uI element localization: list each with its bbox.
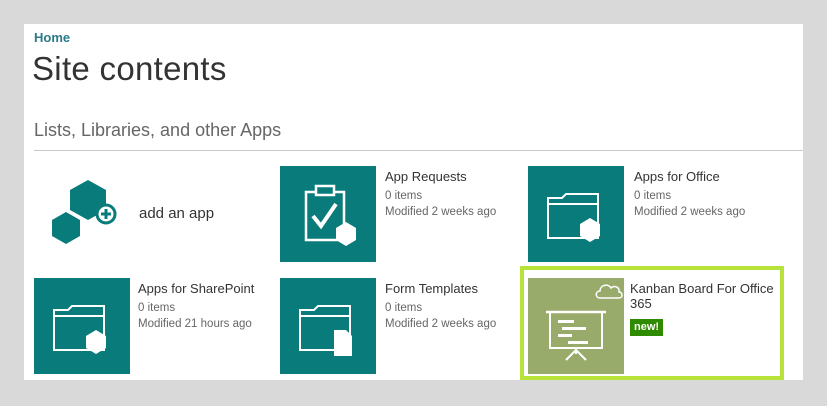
form-templates-count: 0 items xyxy=(385,302,423,314)
apps-for-office-count: 0 items xyxy=(634,190,672,202)
kanban-board-title-line2[interactable]: 365 xyxy=(630,296,652,311)
new-badge: new! xyxy=(630,319,664,336)
apps-for-sharepoint-count: 0 items xyxy=(138,302,176,314)
kanban-board-tile[interactable] xyxy=(528,278,624,374)
form-templates-modified: Modified 2 weeks ago xyxy=(385,318,497,330)
cloud-icon xyxy=(595,284,623,299)
app-requests-tile[interactable] xyxy=(280,166,376,262)
section-divider xyxy=(34,150,803,151)
folder-icon xyxy=(53,305,106,354)
folder-document-icon xyxy=(299,305,352,356)
form-templates-tile[interactable] xyxy=(280,278,376,374)
app-requests-modified: Modified 2 weeks ago xyxy=(385,206,497,218)
add-app-icon xyxy=(52,180,117,244)
add-app-label[interactable]: add an app xyxy=(139,205,214,222)
kanban-board-title-line1[interactable]: Kanban Board For Office xyxy=(630,281,774,296)
apps-for-sharepoint-modified: Modified 21 hours ago xyxy=(138,318,252,330)
apps-for-sharepoint-title[interactable]: Apps for SharePoint xyxy=(138,281,254,296)
site-contents-panel: Home Site contents Lists, Libraries, and… xyxy=(24,24,803,380)
apps-for-office-title[interactable]: Apps for Office xyxy=(634,169,720,184)
page-title: Site contents xyxy=(32,50,227,87)
app-requests-title[interactable]: App Requests xyxy=(385,169,467,184)
breadcrumb-home[interactable]: Home xyxy=(34,30,70,45)
apps-for-office-modified: Modified 2 weeks ago xyxy=(634,206,746,218)
app-requests-count: 0 items xyxy=(385,190,423,202)
apps-for-sharepoint-tile[interactable] xyxy=(34,278,130,374)
add-app-tile[interactable] xyxy=(34,166,130,262)
apps-for-office-tile[interactable] xyxy=(528,166,624,262)
form-templates-title[interactable]: Form Templates xyxy=(385,281,478,296)
folder-icon xyxy=(547,193,600,242)
section-header: Lists, Libraries, and other Apps xyxy=(34,120,282,140)
clipboard-check-icon xyxy=(304,184,356,246)
